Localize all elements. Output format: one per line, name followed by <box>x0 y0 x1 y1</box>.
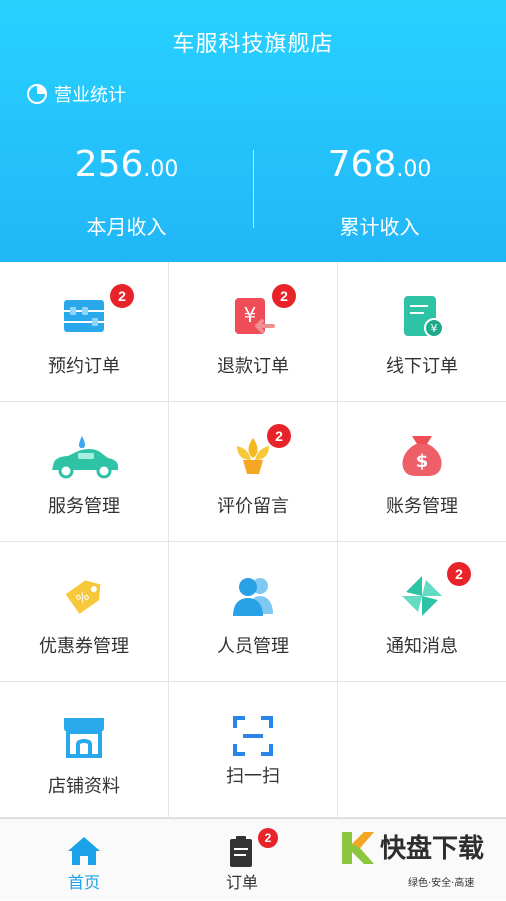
store-title: 车服科技旗舰店 <box>172 32 334 57</box>
people-icon <box>233 578 273 616</box>
stats-title: 营业统计 <box>26 81 126 107</box>
menu-label: 优惠券管理 <box>39 636 129 657</box>
svg-text:¥: ¥ <box>244 303 257 327</box>
menu-shop-info[interactable]: 店铺资料 <box>0 682 169 818</box>
refund-badge: 2 <box>272 284 296 308</box>
tab-home-label: 首页 <box>67 873 100 892</box>
month-income-label: 本月收入 <box>86 215 167 239</box>
tab-home[interactable]: 首页 <box>0 819 168 901</box>
menu-label: 店铺资料 <box>48 776 120 797</box>
menu-label: 线下订单 <box>386 356 458 377</box>
menu-service-management[interactable]: 服务管理 <box>0 402 169 542</box>
k-logo-icon <box>342 832 374 864</box>
menu-label: 评价留言 <box>217 496 289 517</box>
coupon-tag-icon: % <box>65 580 101 614</box>
menu-refund-orders[interactable]: ¥ 2 退款订单 <box>169 262 338 402</box>
reviews-badge: 2 <box>267 424 291 448</box>
menu-notifications[interactable]: 2 通知消息 <box>338 542 506 682</box>
menu-label: 通知消息 <box>386 636 458 657</box>
watermark-text: 快盘下载 <box>380 834 485 864</box>
watermark-subtext: 绿色·安全·高速 <box>408 878 475 889</box>
tab-orders[interactable]: 2 订单 <box>158 819 326 901</box>
menu-coupon-management[interactable]: % 优惠券管理 <box>0 542 169 682</box>
month-income-block: 256.00 本月收入 <box>0 140 253 240</box>
tab-orders-label: 订单 <box>225 873 258 892</box>
svg-text:¥: ¥ <box>431 322 438 335</box>
menu-scan[interactable]: 扫一扫 <box>169 682 338 818</box>
offline-order-icon: ¥ <box>404 296 444 338</box>
function-grid: 2 预约订单 ¥ 2 退款订单 ¥ 线下订单 服务管理 2 评价留言 $ 账务管… <box>0 262 506 818</box>
menu-accounts[interactable]: $ 账务管理 <box>338 402 506 542</box>
menu-label: 人员管理 <box>217 636 289 657</box>
shop-icon <box>64 718 104 758</box>
month-income-amount: 256.00 <box>74 144 179 185</box>
orders-badge: 2 <box>258 828 278 848</box>
menu-reviews[interactable]: 2 评价留言 <box>169 402 338 542</box>
header-banner: 车服科技旗舰店 营业统计 256.00 本月收入 768.00 累计收入 <box>0 0 506 262</box>
appointment-badge: 2 <box>110 284 134 308</box>
total-income-amount: 768.00 <box>327 144 432 185</box>
abacus-icon <box>64 300 104 332</box>
notifications-badge: 2 <box>447 562 471 586</box>
refund-icon: ¥ <box>235 298 275 334</box>
pinwheel-icon <box>402 576 442 616</box>
money-bag-icon: $ <box>402 436 442 476</box>
menu-label: 账务管理 <box>386 496 458 517</box>
menu-offline-orders[interactable]: ¥ 线下订单 <box>338 262 506 402</box>
menu-staff-management[interactable]: 人员管理 <box>169 542 338 682</box>
svg-text:$: $ <box>416 451 429 472</box>
empty-cell <box>338 682 506 818</box>
menu-label: 预约订单 <box>48 356 120 377</box>
pie-chart-icon <box>27 84 47 104</box>
menu-label: 服务管理 <box>48 496 120 517</box>
menu-label: 退款订单 <box>217 356 289 377</box>
car-wash-icon <box>52 436 118 479</box>
home-icon <box>68 837 100 865</box>
total-income-label: 累计收入 <box>339 215 420 239</box>
menu-appointment-orders[interactable]: 2 预约订单 <box>0 262 169 402</box>
scan-icon <box>233 716 273 756</box>
watermark-logo: 快盘下载 绿色·安全·高速 <box>332 824 506 896</box>
total-income-block: 768.00 累计收入 <box>253 140 506 240</box>
menu-label: 扫一扫 <box>226 766 280 787</box>
stats-title-label: 营业统计 <box>54 85 126 106</box>
orders-icon <box>230 836 252 867</box>
